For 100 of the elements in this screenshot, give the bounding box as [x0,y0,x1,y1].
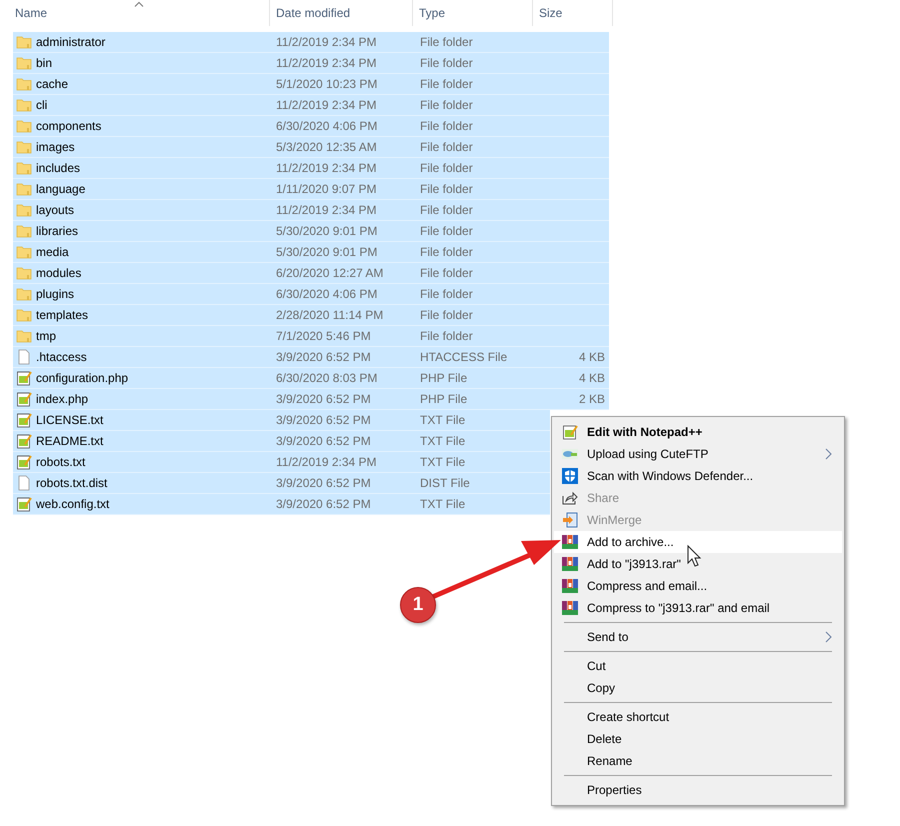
folder-icon [16,55,32,71]
file-type: File folder [420,266,473,280]
date-modified: 11/2/2019 2:34 PM [276,455,377,469]
file-row[interactable]: robots.txt.dist 3/9/2020 6:52 PM DIST File [13,473,550,494]
file-type: TXT File [420,497,466,511]
date-modified: 11/2/2019 2:34 PM [276,56,377,70]
file-type: TXT File [420,413,466,427]
file-row[interactable]: includes 11/2/2019 2:34 PM File folder [13,158,609,179]
file-size: 2 KB [578,392,605,406]
file-row[interactable]: images 5/3/2020 12:35 AM File folder [13,137,609,158]
books-icon [562,578,578,594]
menu-item[interactable]: Add to archive... [554,531,842,553]
file-row[interactable]: cache 5/1/2020 10:23 PM File folder [13,74,609,95]
file-name: .htaccess [36,350,87,364]
file-type: File folder [420,308,473,322]
file-type: File folder [420,287,473,301]
file-name: images [36,140,75,154]
column-header[interactable]: Name [15,6,48,20]
date-modified: 5/30/2020 9:01 PM [276,224,378,238]
file-type: PHP File [420,392,468,406]
date-modified: 3/9/2020 6:52 PM [276,392,371,406]
file-row[interactable]: configuration.php 6/30/2020 8:03 PM PHP File 4 KB [13,368,609,389]
file-type: File folder [420,119,473,133]
file-type: File folder [420,182,473,196]
date-modified: 6/30/2020 4:06 PM [276,287,378,301]
menu-item[interactable]: Compress and email... [554,575,842,597]
notepad-icon [16,454,32,470]
mouse-cursor-icon [688,544,702,567]
notepad-icon [16,370,32,386]
file-name: components [36,119,102,133]
file-row[interactable]: robots.txt 11/2/2019 2:34 PM TXT File [13,452,550,473]
menu-item[interactable]: Copy [554,677,842,699]
menu-item[interactable]: Add to "j3913.rar" [554,553,842,575]
file-name: language [36,182,86,196]
file-type: File folder [420,56,473,70]
file-row[interactable]: components 6/30/2020 4:06 PM File folder [13,116,609,137]
file-row[interactable]: .htaccess 3/9/2020 6:52 PM HTACCESS File 4 KB [13,347,609,368]
file-type: File folder [420,245,473,259]
sort-caret-icon [134,1,144,7]
books-icon [562,556,578,572]
file-row[interactable]: index.php 3/9/2020 6:52 PM PHP File 2 KB [13,389,609,410]
file-type: HTACCESS File [420,350,508,364]
file-row[interactable]: modules 6/20/2020 12:27 AM File folder [13,263,609,284]
shield-icon [562,468,578,484]
folder-icon [16,139,32,155]
menu-item[interactable]: Edit with Notepad++ [554,421,842,443]
file-type: PHP File [420,371,468,385]
file-row[interactable]: plugins 6/30/2020 4:06 PM File folder [13,284,609,305]
file-row[interactable]: LICENSE.txt 3/9/2020 6:52 PM TXT File [13,410,550,431]
file-name: cache [36,77,68,91]
notepad-icon [16,412,32,428]
date-modified: 3/9/2020 6:52 PM [276,350,371,364]
date-modified: 11/2/2019 2:34 PM [276,203,377,217]
date-modified: 5/3/2020 12:35 AM [276,140,377,154]
file-row[interactable]: libraries 5/30/2020 9:01 PM File folder [13,221,609,242]
menu-item[interactable]: Delete [554,728,842,750]
books-icon [562,600,578,616]
menu-item[interactable]: Rename [554,750,842,772]
menu-item[interactable]: Create shortcut [554,706,842,728]
column-header[interactable]: Type [419,6,446,20]
column-header[interactable]: Size [539,6,562,20]
menu-item[interactable]: Scan with Windows Defender... [554,465,842,487]
date-modified: 2/28/2020 11:14 PM [276,308,384,322]
file-row[interactable]: bin 11/2/2019 2:34 PM File folder [13,53,609,74]
file-name: administrator [36,35,106,49]
menu-item[interactable]: Upload using CuteFTP [554,443,842,465]
share-icon [562,491,578,505]
folder-icon [16,265,32,281]
file-size: 4 KB [578,371,605,385]
file-row[interactable]: layouts 11/2/2019 2:34 PM File folder [13,200,609,221]
step-badge: 1 [400,587,436,623]
file-row[interactable]: tmp 7/1/2020 5:46 PM File folder [13,326,609,347]
file-row[interactable]: language 1/11/2020 9:07 PM File folder [13,179,609,200]
file-row[interactable]: web.config.txt 3/9/2020 6:52 PM TXT File [13,494,550,515]
file-name: web.config.txt [36,497,110,511]
file-icon [16,475,32,491]
file-type: TXT File [420,455,466,469]
file-row[interactable]: media 5/30/2020 9:01 PM File folder [13,242,609,263]
menu-item[interactable]: Send to [554,626,842,648]
date-modified: 3/9/2020 6:52 PM [276,476,371,490]
file-icon [16,349,32,365]
file-type: TXT File [420,434,466,448]
file-name: media [36,245,69,259]
notepad-icon [16,391,32,407]
column-header[interactable]: Date modified [276,6,350,20]
notepad-icon [562,424,578,440]
file-name: bin [36,56,52,70]
menu-item[interactable]: Compress to "j3913.rar" and email [554,597,842,619]
winmerge-icon [562,512,578,528]
file-row[interactable]: templates 2/28/2020 11:14 PM File folder [13,305,609,326]
folder-icon [16,307,32,323]
file-type: File folder [420,35,473,49]
folder-icon [16,223,32,239]
folder-icon [16,244,32,260]
file-row[interactable]: README.txt 3/9/2020 6:52 PM TXT File [13,431,550,452]
file-row[interactable]: administrator 11/2/2019 2:34 PM File folder [13,32,609,53]
file-row[interactable]: cli 11/2/2019 2:34 PM File folder [13,95,609,116]
menu-item[interactable]: Properties [554,779,842,801]
menu-item[interactable]: Cut [554,655,842,677]
file-type: File folder [420,224,473,238]
